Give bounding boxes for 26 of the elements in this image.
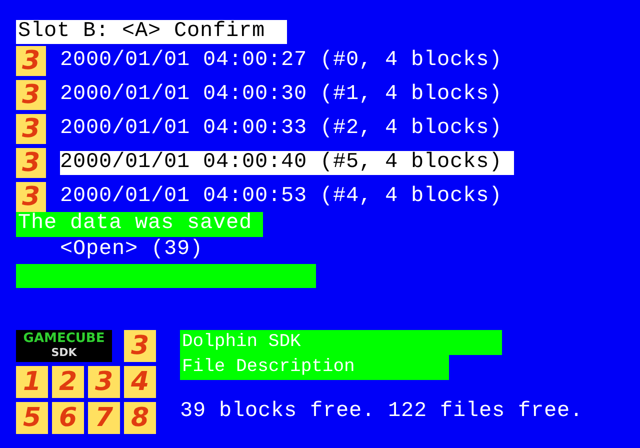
icon-frame: 4 — [124, 366, 156, 398]
banner-logo: GAMECUBE SDK — [16, 330, 112, 362]
free-space-text: 39 blocks free. 122 files free. — [180, 400, 584, 424]
save-icon: 3 — [16, 182, 46, 212]
icon-frame: 7 — [88, 402, 120, 434]
save-icon: 3 — [16, 46, 46, 76]
icon-frame: 6 — [52, 402, 84, 434]
save-file-entry[interactable]: 2000/01/01 04:00:27 (#0, 4 blocks) — [60, 49, 514, 73]
open-entry[interactable]: <Open> (39) — [60, 238, 640, 262]
file-description: File Description — [180, 355, 449, 380]
status-message: The data was saved — [16, 212, 263, 237]
save-file-entry[interactable]: 2000/01/01 04:00:40 (#5, 4 blocks) — [60, 151, 514, 175]
save-icon: 3 — [16, 148, 46, 178]
save-file-entry[interactable]: 2000/01/01 04:00:33 (#2, 4 blocks) — [60, 117, 514, 141]
icon-frame: 8 — [124, 402, 156, 434]
save-icon: 3 — [16, 114, 46, 144]
icon-frame: 3 — [88, 366, 120, 398]
icon-frame: 5 — [16, 402, 48, 434]
save-file-entry[interactable]: 2000/01/01 04:00:53 (#4, 4 blocks) — [60, 185, 514, 209]
icon-frame: 1 — [16, 366, 48, 398]
file-title: Dolphin SDK — [180, 330, 502, 355]
file-icon: 3 — [124, 330, 156, 362]
save-icon: 3 — [16, 80, 46, 110]
save-file-entry[interactable]: 2000/01/01 04:00:30 (#1, 4 blocks) — [60, 83, 514, 107]
icon-frame: 2 — [52, 366, 84, 398]
slot-header: Slot B: <A> Confirm — [16, 20, 287, 44]
